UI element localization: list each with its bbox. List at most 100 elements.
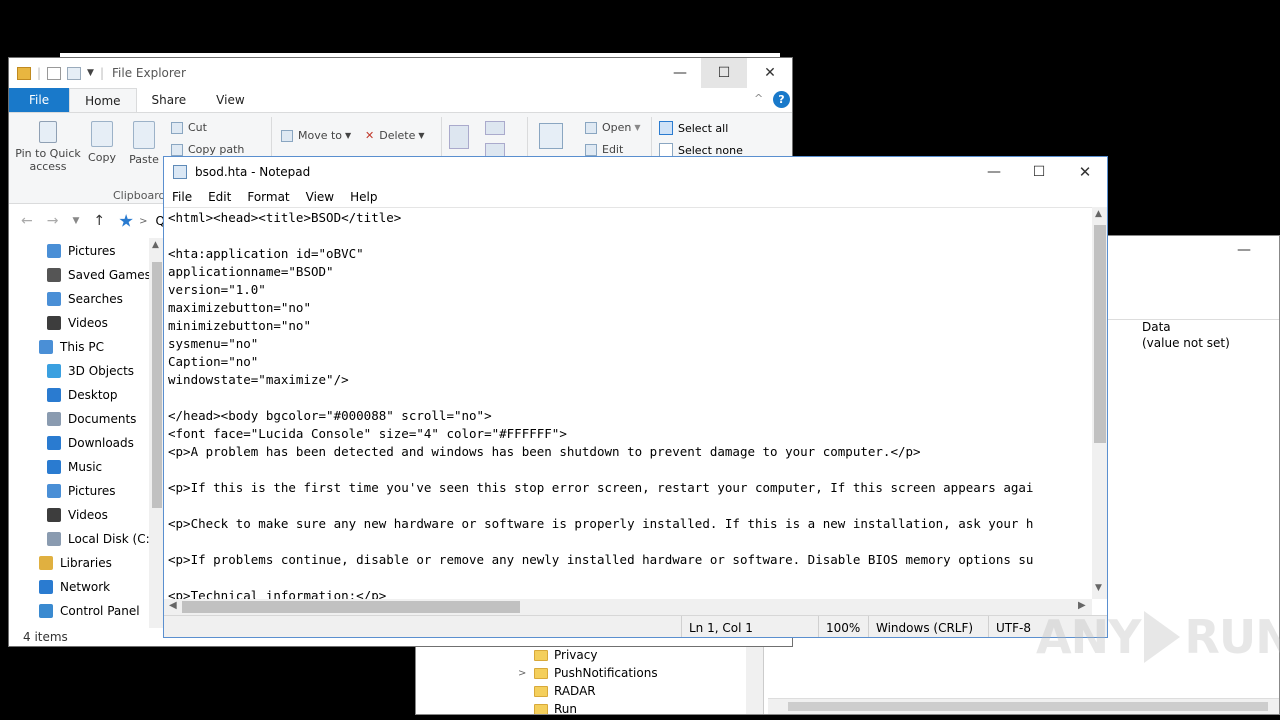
nav-item-icon xyxy=(47,532,61,546)
text-editor[interactable]: <html><head><title>BSOD</title> <hta:app… xyxy=(164,207,1092,599)
watermark-text-right: RUN xyxy=(1184,610,1280,664)
delete-icon: ✕ xyxy=(365,129,375,142)
nav-item[interactable]: Desktop xyxy=(47,384,118,406)
tab-home[interactable]: Home xyxy=(69,88,137,112)
easy-access-icon[interactable] xyxy=(485,143,505,157)
line-ending: Windows (CRLF) xyxy=(868,616,988,637)
open-button[interactable]: Open ▼ xyxy=(585,121,641,134)
new-folder-icon[interactable] xyxy=(449,125,469,149)
paste-button[interactable]: Paste xyxy=(127,121,161,166)
chevron-down-icon[interactable]: ▼ xyxy=(87,68,94,78)
help-icon[interactable]: ? xyxy=(773,91,790,108)
cut-button[interactable]: Cut xyxy=(171,121,207,134)
properties-icon[interactable] xyxy=(539,123,563,149)
tree-item-label: PushNotifications xyxy=(554,666,658,680)
scrollbar-thumb[interactable] xyxy=(152,262,162,508)
collapse-ribbon-icon[interactable]: ^ xyxy=(754,92,763,105)
scroll-up-arrow-icon[interactable]: ▲ xyxy=(152,240,159,250)
tab-share[interactable]: Share xyxy=(137,88,202,112)
properties-icon[interactable] xyxy=(47,66,62,80)
chevron-right-icon[interactable]: > xyxy=(518,668,526,679)
nav-item-icon xyxy=(47,436,61,450)
nav-item-label: Pictures xyxy=(68,484,116,498)
nav-item-icon xyxy=(39,556,53,570)
copy-button[interactable]: Copy xyxy=(87,121,117,164)
scrollbar-thumb[interactable] xyxy=(1094,225,1106,443)
scroll-left-arrow-icon[interactable]: ◀ xyxy=(169,600,177,611)
new-folder-icon[interactable] xyxy=(67,66,82,80)
editor-content[interactable]: <html><head><title>BSOD</title> <hta:app… xyxy=(168,209,1092,599)
column-header-data[interactable]: Data xyxy=(1142,320,1171,334)
notepad-window[interactable]: bsod.hta - Notepad — ☐ ✕ File Edit Forma… xyxy=(163,156,1108,638)
menu-edit[interactable]: Edit xyxy=(200,190,239,204)
nav-item[interactable]: Music xyxy=(47,456,102,478)
close-button[interactable]: ✕ xyxy=(1062,157,1107,187)
pin-to-quick-access-button[interactable]: Pin to Quick access xyxy=(15,121,81,173)
nav-item[interactable]: This PC xyxy=(39,336,104,358)
nav-item[interactable]: Videos xyxy=(47,504,108,526)
navigation-pane: Pictures Saved Games Searches Videos This PC… xyxy=(9,238,165,628)
editor-horizontal-scrollbar[interactable]: ◀ ▶ xyxy=(164,599,1092,615)
tree-item-pushnotifications[interactable]: > PushNotifications xyxy=(518,664,658,682)
nav-item[interactable]: Control Panel xyxy=(39,600,140,622)
back-arrow-icon[interactable]: ← xyxy=(21,213,33,229)
nav-item[interactable]: Network xyxy=(39,576,110,598)
nav-item-label: Control Panel xyxy=(60,604,140,618)
nav-item[interactable]: Downloads xyxy=(47,432,134,454)
open-icon xyxy=(585,121,597,134)
select-none-icon xyxy=(659,143,673,157)
maximize-button[interactable]: ☐ xyxy=(1016,157,1062,187)
nav-item-icon xyxy=(47,268,61,282)
nav-item[interactable]: Searches xyxy=(47,288,123,310)
regedit-minimize-button[interactable]: — xyxy=(1237,242,1251,258)
menu-view[interactable]: View xyxy=(298,190,342,204)
nav-item[interactable]: Documents xyxy=(47,408,136,430)
menu-help[interactable]: Help xyxy=(342,190,385,204)
tree-vertical-scrollbar[interactable] xyxy=(746,646,763,714)
editor-vertical-scrollbar[interactable]: ▲ ▼ xyxy=(1092,207,1107,599)
scroll-up-arrow-icon[interactable]: ▲ xyxy=(1095,209,1102,219)
move-to-button[interactable]: Move to ▼ xyxy=(281,129,351,142)
tree-item-radar[interactable]: RADAR xyxy=(534,682,596,700)
nav-item[interactable]: Pictures xyxy=(47,240,116,262)
quick-access-star-icon xyxy=(119,214,133,227)
up-arrow-icon[interactable]: ↑ xyxy=(93,213,105,229)
nav-item-label: Pictures xyxy=(68,244,116,258)
nav-item-icon xyxy=(39,604,53,618)
edit-button[interactable]: Edit xyxy=(585,143,623,156)
nav-item[interactable]: 3D Objects xyxy=(47,360,134,382)
nav-item[interactable]: Videos xyxy=(47,312,108,334)
nav-item[interactable]: Pictures xyxy=(47,480,116,502)
minimize-button[interactable]: — xyxy=(657,58,703,88)
paste-icon xyxy=(133,121,155,149)
tab-file[interactable]: File xyxy=(9,88,70,112)
select-all-button[interactable]: Select all xyxy=(659,121,728,135)
values-horizontal-scrollbar[interactable] xyxy=(768,698,1279,714)
scrollbar-thumb[interactable] xyxy=(182,601,520,613)
tree-item-run[interactable]: Run xyxy=(534,700,577,714)
notepad-icon xyxy=(173,165,187,179)
minimize-button[interactable]: — xyxy=(971,157,1017,187)
scrollbar-thumb[interactable] xyxy=(788,702,1268,711)
menu-file[interactable]: File xyxy=(164,190,200,204)
tab-view[interactable]: View xyxy=(201,88,259,112)
nav-item-icon xyxy=(47,244,61,258)
scroll-down-arrow-icon[interactable]: ▼ xyxy=(1095,583,1102,593)
chevron-down-icon: ▼ xyxy=(634,123,641,132)
nav-item[interactable]: Saved Games xyxy=(47,264,151,286)
nav-item[interactable]: Local Disk (C:) xyxy=(47,528,154,550)
maximize-button[interactable]: ☐ xyxy=(701,58,747,88)
menu-format[interactable]: Format xyxy=(239,190,297,204)
select-all-icon xyxy=(659,121,673,135)
nav-item[interactable]: Libraries xyxy=(39,552,112,574)
delete-button[interactable]: ✕ Delete ▼ xyxy=(365,129,425,142)
close-button[interactable]: ✕ xyxy=(747,58,792,88)
new-item-icon[interactable] xyxy=(485,121,505,135)
copy-path-button[interactable]: Copy path xyxy=(171,143,244,156)
chevron-down-icon[interactable]: ▼ xyxy=(72,216,79,226)
tree-item-privacy[interactable]: Privacy xyxy=(534,646,597,664)
play-icon xyxy=(1144,611,1181,663)
select-none-button[interactable]: Select none xyxy=(659,143,743,157)
forward-arrow-icon[interactable]: → xyxy=(47,213,59,229)
registry-value-data[interactable]: (value not set) xyxy=(1142,336,1230,350)
